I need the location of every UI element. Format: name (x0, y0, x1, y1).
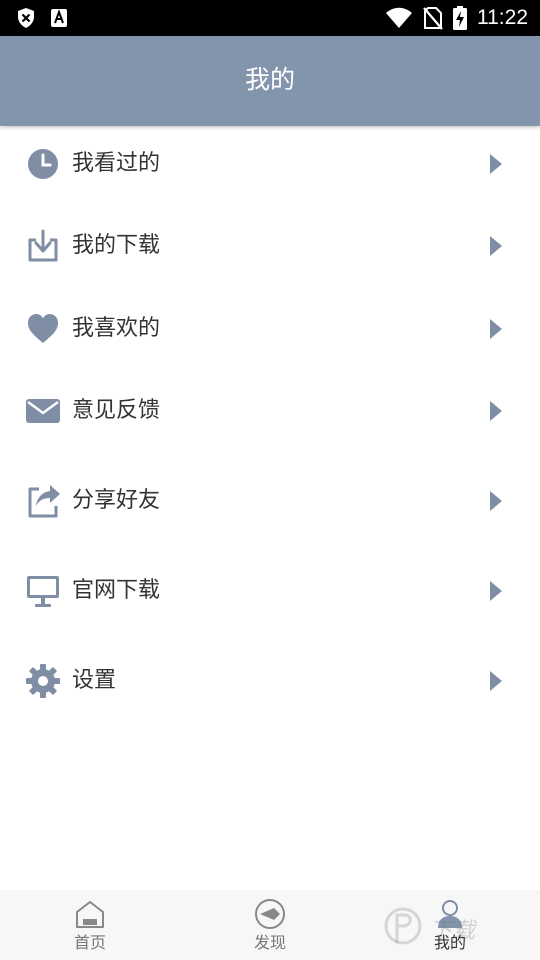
gear-icon (26, 664, 60, 698)
share-icon (28, 485, 60, 518)
chevron-right-icon (490, 236, 502, 256)
status-bar: 11:22 (0, 0, 540, 36)
chevron-right-icon (490, 671, 502, 691)
tab-discover[interactable]: 发现 (215, 890, 325, 960)
heart-icon (28, 314, 58, 343)
home-icon (76, 901, 104, 928)
chevron-right-icon (490, 319, 502, 339)
discover-icon (255, 899, 285, 929)
menu-item-website-download[interactable]: 官网下载 (0, 567, 540, 615)
menu-item-label: 官网下载 (72, 578, 161, 603)
chevron-right-icon (490, 581, 502, 601)
menu-item-label: 意见反馈 (72, 398, 161, 423)
menu-item-history[interactable]: 我看过的 (0, 140, 540, 188)
menu-item-label: 分享好友 (72, 488, 161, 513)
menu-item-label: 我的下载 (72, 233, 161, 258)
menu-item-share[interactable]: 分享好友 (0, 477, 540, 525)
status-time: 11:22 (477, 6, 528, 29)
letter-a-icon (51, 9, 67, 27)
no-sim-icon (423, 7, 443, 30)
menu-item-settings[interactable]: 设置 (0, 657, 540, 705)
mail-icon (26, 399, 60, 423)
monitor-icon (27, 576, 59, 607)
menu-item-label: 设置 (72, 668, 117, 693)
menu-item-label: 我看过的 (72, 151, 161, 176)
tab-label: 首页 (73, 933, 106, 952)
chevron-right-icon (490, 154, 502, 174)
chevron-right-icon (490, 401, 502, 421)
shield-x-icon (18, 8, 34, 28)
chevron-right-icon (490, 491, 502, 511)
clock-icon (28, 149, 58, 179)
menu-item-downloads[interactable]: 我的下载 (0, 222, 540, 270)
menu-item-label: 我喜欢的 (72, 316, 161, 341)
battery-charging-icon (453, 6, 467, 30)
download-icon (28, 229, 58, 262)
watermark-text: 下载 (430, 919, 477, 944)
tab-label: 发现 (253, 933, 286, 952)
menu-item-feedback[interactable]: 意见反馈 (0, 387, 540, 435)
wifi-icon (386, 7, 412, 28)
menu-item-favorites[interactable]: 我喜欢的 (0, 305, 540, 353)
tab-home[interactable]: 首页 (35, 890, 145, 960)
app-header: 我的 (0, 36, 540, 126)
page-title: 我的 (244, 65, 295, 94)
